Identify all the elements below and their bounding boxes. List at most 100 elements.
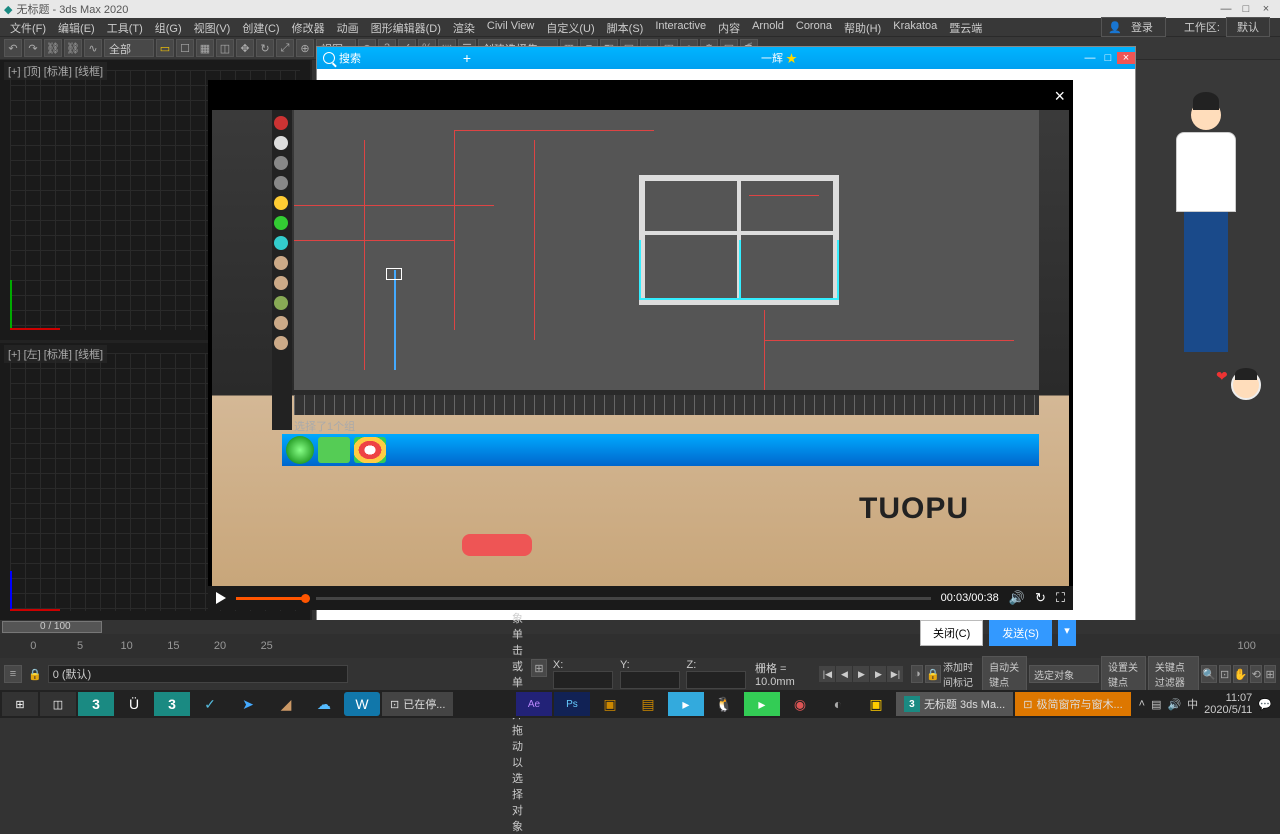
move-button[interactable]: ✥ (236, 39, 254, 57)
x-icon[interactable]: ⊞ (531, 659, 547, 677)
menu-edit[interactable]: 编辑(E) (52, 18, 101, 36)
timeline-ruler[interactable]: 0 5 10 15 20 25 100 (0, 634, 1280, 658)
taskbar-3dsmax[interactable]: 3 (78, 692, 114, 716)
taskbar-app10[interactable]: ▣ (592, 692, 628, 716)
task-browser[interactable]: ⊡极简窗帘与窗木... (1015, 692, 1130, 716)
x-input[interactable] (553, 671, 613, 689)
fullscreen-icon[interactable]: ⛶ (1056, 590, 1065, 606)
notif-icon[interactable]: 💬 (1258, 698, 1272, 711)
menu-help[interactable]: 帮助(H) (838, 18, 887, 36)
menu-file[interactable]: 文件(F) (4, 18, 52, 36)
window-close[interactable]: × (1256, 3, 1276, 15)
menu-group[interactable]: 组(G) (149, 18, 188, 36)
iso-select-icon[interactable]: ◑ (911, 665, 923, 683)
taskbar-unreal[interactable]: Ü (116, 692, 152, 716)
window-maximize[interactable]: □ (1236, 3, 1256, 15)
place-button[interactable]: ⊕ (296, 39, 314, 57)
start-button[interactable]: ⊞ (2, 692, 38, 716)
lock-sel-icon[interactable]: 🔒 (925, 665, 941, 683)
window-cross-button[interactable]: ◫ (216, 39, 234, 57)
taskview-button[interactable]: ◫ (40, 692, 76, 716)
taskbar-wechat[interactable]: W (344, 692, 380, 716)
keymode-dropdown[interactable]: 选定对象 (1029, 665, 1099, 683)
nav-zoom-icon[interactable]: 🔍 (1201, 665, 1217, 683)
select-button[interactable]: ▭ (156, 39, 174, 57)
timeline-scrubber[interactable]: 0 / 100 (0, 620, 1280, 634)
taskbar-ae[interactable]: Ae (516, 692, 552, 716)
window-minimize[interactable]: — (1216, 3, 1236, 15)
browser-tab[interactable]: 一辉 ★ (477, 50, 1081, 66)
nav-max-icon[interactable]: ⊞ (1264, 665, 1276, 683)
menu-civil[interactable]: Civil View (481, 18, 540, 36)
tray-vol-icon[interactable]: 🔊 (1167, 698, 1181, 711)
goto-start-button[interactable]: |◀ (819, 666, 835, 682)
menu-cloud[interactable]: 暨云端 (943, 18, 988, 36)
menu-tools[interactable]: 工具(T) (101, 18, 149, 36)
lock-icon[interactable]: 🔒 (28, 668, 42, 681)
taskbar-qq[interactable]: 🐧 (706, 692, 742, 716)
keyfilter-button[interactable]: 关键点过滤器 (1148, 656, 1199, 692)
y-input[interactable] (620, 671, 680, 689)
nav-orbit-icon[interactable]: ⟲ (1250, 665, 1262, 683)
undo-button[interactable]: ↶ (4, 39, 22, 57)
menu-render[interactable]: 渲染 (447, 18, 481, 36)
video-progress[interactable] (236, 597, 306, 600)
prev-frame-button[interactable]: ◀ (836, 666, 852, 682)
region-button[interactable]: ▦ (196, 39, 214, 57)
nav-zoomall-icon[interactable]: ⊡ (1219, 665, 1231, 683)
menu-anim[interactable]: 动画 (331, 18, 365, 36)
layer-input[interactable] (48, 665, 348, 683)
setkey-button[interactable]: 设置关键点 (1101, 656, 1146, 692)
play-button[interactable] (216, 592, 226, 604)
modal-close-button[interactable]: × (1054, 86, 1065, 107)
taskbar-3ds2[interactable]: 3 (154, 692, 190, 716)
next-frame-button[interactable]: ▶ (870, 666, 886, 682)
menu-interactive[interactable]: Interactive (649, 18, 712, 36)
menu-modifiers[interactable]: 修改器 (286, 18, 331, 36)
system-tray[interactable]: ˄ ▤ 🔊 中 11:07 2020/5/11 💬 (1133, 692, 1278, 716)
play-anim-button[interactable]: ▶ (853, 666, 869, 682)
menu-corona[interactable]: Corona (790, 18, 838, 36)
tray-net-icon[interactable]: ▤ (1151, 698, 1161, 711)
redo-button[interactable]: ↷ (24, 39, 42, 57)
new-tab-button[interactable]: + (457, 50, 477, 66)
selection-filter[interactable]: 全部 (104, 39, 154, 57)
link-button[interactable]: ⛓ (44, 39, 62, 57)
menu-script[interactable]: 脚本(S) (601, 18, 650, 36)
taskbar-video[interactable]: ▸ (668, 692, 704, 716)
menu-graph[interactable]: 图形编辑器(D) (365, 18, 447, 36)
autokey-button[interactable]: 自动关键点 (982, 656, 1027, 692)
taskbar-app4[interactable]: ✓ (192, 692, 228, 716)
workspace-dropdown[interactable]: 默认 (1226, 17, 1270, 37)
viewport-top-label[interactable]: [+] [顶] [标准] [线框] (4, 62, 107, 80)
taskbar-app11[interactable]: ▤ (630, 692, 666, 716)
close-button[interactable]: 关闭(C) (920, 620, 983, 646)
goto-end-button[interactable]: ▶| (887, 666, 903, 682)
send-dropdown[interactable]: ▾ (1058, 620, 1076, 646)
login-link[interactable]: 👤 登录 (1101, 17, 1166, 37)
taskbar-ps[interactable]: Ps (554, 692, 590, 716)
taskbar-cloud[interactable]: ☁ (306, 692, 342, 716)
video-track[interactable] (316, 597, 931, 600)
taskbar-app17[interactable]: ▣ (858, 692, 894, 716)
menu-arnold[interactable]: Arnold (746, 18, 790, 36)
browser-search[interactable]: 搜索 (317, 50, 457, 66)
tray-up-icon[interactable]: ˄ (1139, 698, 1145, 710)
clock[interactable]: 11:07 2020/5/11 (1204, 692, 1252, 716)
unlink-button[interactable]: ⛓ (64, 39, 82, 57)
menu-content[interactable]: 内容 (712, 18, 746, 36)
menu-krakatoa[interactable]: Krakatoa (887, 18, 943, 36)
bind-button[interactable]: ∿ (84, 39, 102, 57)
task-wps[interactable]: ⊡已在停... (382, 692, 453, 716)
z-input[interactable] (686, 671, 746, 689)
browser-close[interactable]: × (1117, 52, 1135, 64)
script-label[interactable]: 添加时间标记 (943, 659, 980, 689)
rotate-button[interactable]: ↻ (256, 39, 274, 57)
select-name-button[interactable]: ☐ (176, 39, 194, 57)
send-button[interactable]: 发送(S) (989, 620, 1052, 646)
scale-button[interactable]: ⤢ (276, 39, 294, 57)
taskbar-iqiyi[interactable]: ▸ (744, 692, 780, 716)
taskbar-send[interactable]: ➤ (230, 692, 266, 716)
menu-custom[interactable]: 自定义(U) (540, 18, 600, 36)
taskbar-app16[interactable]: ◐ (820, 692, 856, 716)
